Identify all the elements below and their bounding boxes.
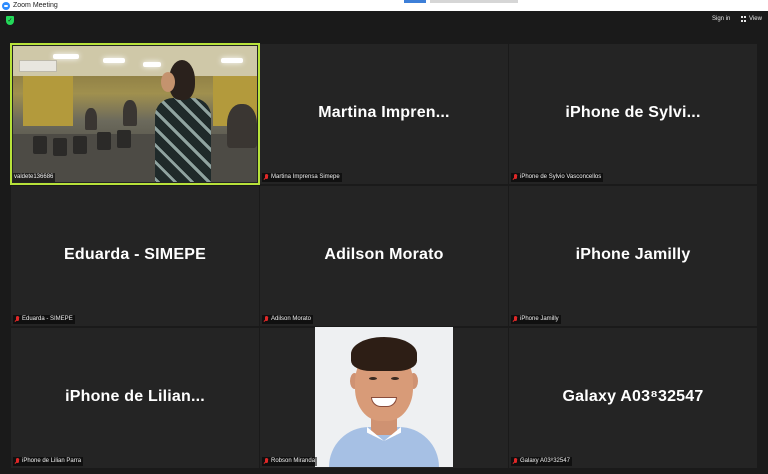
participant-display-name: iPhone Jamilly bbox=[575, 246, 691, 263]
participant-display-name: Galaxy A03⁸32547 bbox=[562, 388, 704, 405]
participant-display-name: Adilson Morato bbox=[324, 246, 444, 263]
muted-mic-icon bbox=[14, 458, 20, 465]
video-tile-valdete[interactable]: valdete136686 bbox=[10, 43, 260, 185]
participant-name-label: valdete136686 bbox=[13, 173, 56, 182]
participant-name-label: Robson Miranda bbox=[262, 457, 318, 466]
muted-mic-icon bbox=[512, 458, 518, 465]
video-tile-adilson[interactable]: Adilson Morato Adilson Morato bbox=[260, 186, 508, 326]
participant-name-label: Adilson Morato bbox=[262, 315, 314, 324]
air-conditioner bbox=[19, 60, 57, 72]
participant-name-label: Galaxy A03⁸32547 bbox=[511, 457, 572, 466]
video-tile-jamilly[interactable]: iPhone Jamilly iPhone Jamilly bbox=[509, 186, 757, 326]
muted-mic-icon bbox=[263, 174, 269, 181]
video-tile-galaxy[interactable]: Galaxy A03⁸32547 Galaxy A03⁸32547 bbox=[509, 328, 757, 468]
video-tile-lilian[interactable]: iPhone de Lilian... iPhone de Lilian Par… bbox=[11, 328, 259, 468]
sign-in-link[interactable]: Sign in bbox=[712, 16, 730, 22]
window-control-bar[interactable] bbox=[404, 0, 426, 3]
participant-name-label: Martina Imprensa Simepe bbox=[262, 173, 342, 182]
participant-name-label: iPhone Jamilly bbox=[511, 315, 561, 324]
window-control-bar-track bbox=[430, 0, 518, 3]
participant-display-name: Eduarda - SIMEPE bbox=[64, 246, 206, 263]
participant-name-label: iPhone de Lilian Parra bbox=[13, 457, 84, 466]
meeting-top-bar: ✓ Sign in View bbox=[0, 11, 768, 31]
video-tile-martina[interactable]: Martina Impren... Martina Imprensa Simep… bbox=[260, 44, 508, 184]
participant-display-name: iPhone de Sylvi... bbox=[565, 104, 701, 121]
muted-mic-icon bbox=[263, 458, 269, 465]
grid-view-icon bbox=[741, 16, 747, 22]
profile-photo-avatar bbox=[315, 327, 453, 467]
video-tile-eduarda[interactable]: Eduarda - SIMEPE Eduarda - SIMEPE bbox=[11, 186, 259, 326]
muted-mic-icon bbox=[263, 316, 269, 323]
participant-video bbox=[13, 46, 257, 182]
title-bar: Zoom Meeting bbox=[0, 0, 768, 11]
view-button[interactable]: View bbox=[741, 16, 762, 22]
participant-name-label: iPhone de Sylvio Vasconcellos bbox=[511, 173, 604, 182]
participant-display-name: iPhone de Lilian... bbox=[65, 388, 205, 405]
speaking-participant bbox=[145, 60, 215, 182]
participant-display-name: Martina Impren... bbox=[318, 104, 450, 121]
view-label: View bbox=[749, 16, 762, 22]
zoom-logo-icon bbox=[2, 1, 10, 10]
participant-name-label: Eduarda - SIMEPE bbox=[13, 315, 75, 324]
muted-mic-icon bbox=[512, 316, 518, 323]
video-tile-sylvio[interactable]: iPhone de Sylvi... iPhone de Sylvio Vasc… bbox=[509, 44, 757, 184]
security-shield-icon[interactable]: ✓ bbox=[6, 16, 14, 25]
muted-mic-icon bbox=[512, 174, 518, 181]
muted-mic-icon bbox=[14, 316, 20, 323]
window-title: Zoom Meeting bbox=[13, 2, 58, 9]
